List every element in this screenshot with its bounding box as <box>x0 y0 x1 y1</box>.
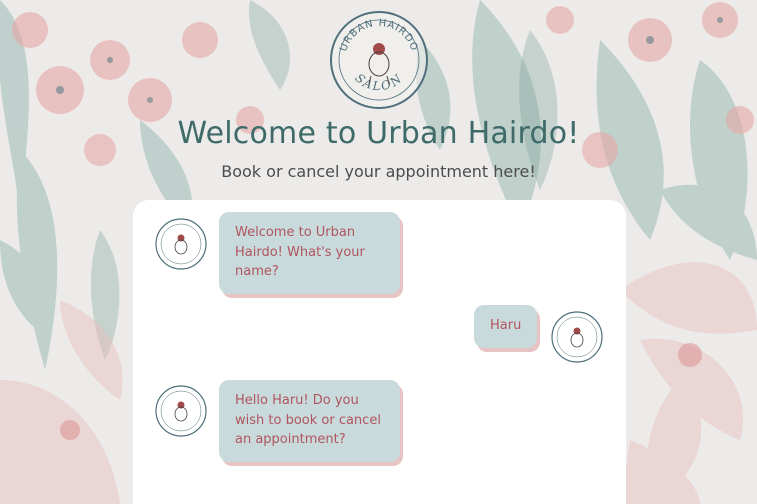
user-avatar <box>551 311 603 363</box>
salon-logo: URBAN HAIRDO SALON <box>330 11 428 109</box>
page-title: Welcome to Urban Hairdo! <box>177 116 580 151</box>
bot-avatar <box>155 385 207 437</box>
chat-message-bot: Welcome to Urban Hairdo! What's your nam… <box>219 212 400 294</box>
chat-panel: Welcome to Urban Hairdo! What's your nam… <box>133 200 626 504</box>
chat-message-user: Haru <box>474 305 538 348</box>
bot-avatar <box>155 218 207 270</box>
page-subtitle: Book or cancel your appointment here! <box>221 162 536 181</box>
chat-message-bot: Hello Haru! Do you wish to book or cance… <box>219 380 400 462</box>
